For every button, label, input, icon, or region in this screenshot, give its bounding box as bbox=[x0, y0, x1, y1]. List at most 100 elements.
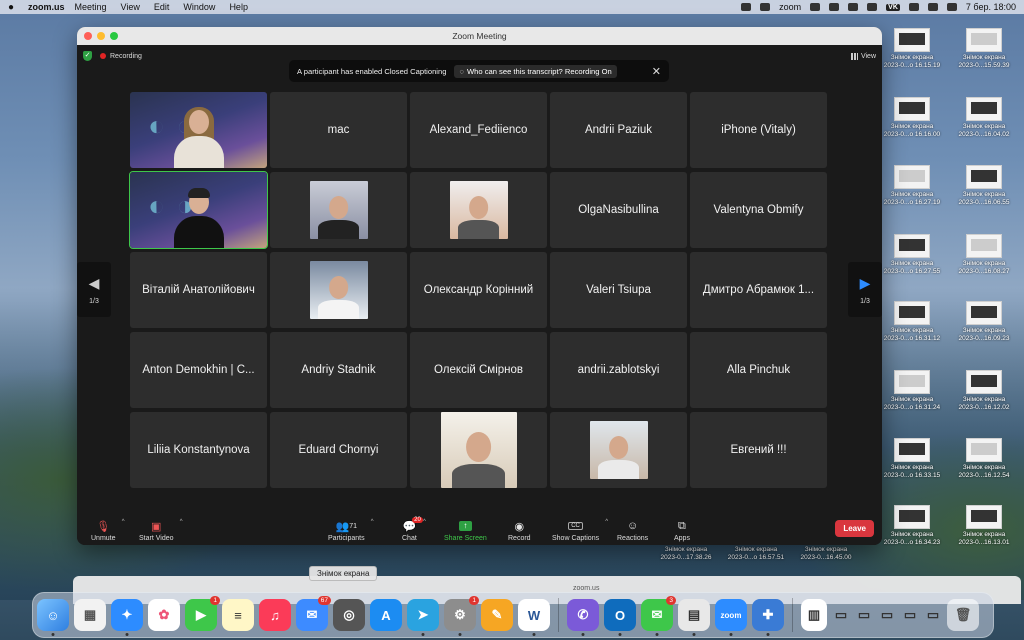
desktop-screenshot-file[interactable]: Знімок екрана 2023-0...o 16.34.23 bbox=[876, 505, 948, 546]
chevron-up-icon[interactable]: ^ bbox=[423, 519, 426, 525]
zoom-app-icon[interactable]: zoom bbox=[715, 599, 747, 636]
menu-app-name[interactable]: zoom.us bbox=[28, 2, 65, 12]
pages-icon[interactable]: ✎ bbox=[481, 599, 513, 631]
cloud-icon[interactable] bbox=[741, 3, 752, 11]
chevron-up-icon[interactable]: ^ bbox=[605, 519, 608, 525]
music-icon[interactable]: ♫ bbox=[259, 599, 291, 631]
menubar-clock[interactable]: 7 бер. 18:00 bbox=[966, 2, 1016, 12]
chevron-up-icon[interactable]: ^ bbox=[371, 519, 374, 525]
participant-tile[interactable]: Valentyna Obmify bbox=[690, 172, 827, 248]
desktop-screenshot-file[interactable]: Знімок екрана 2023-0...16.08.27 bbox=[948, 234, 1020, 275]
desktop-screenshot-file[interactable]: Знімок екрана 2023-0...o 16.31.12 bbox=[876, 301, 948, 342]
preview-icon[interactable]: ▤ bbox=[678, 599, 710, 636]
desktop-screenshot-file[interactable]: Знімок екрана 2023-0...o 16.27.55 bbox=[876, 234, 948, 275]
chat-button[interactable]: 💬 20 ^ Chat bbox=[402, 517, 426, 542]
participant-tile[interactable]: ◐ ◑ bbox=[129, 171, 268, 249]
participant-tile[interactable] bbox=[550, 412, 687, 488]
desktop-screenshot-file[interactable]: Знімок екрана 2023-0...16.12.54 bbox=[948, 438, 1020, 479]
launchpad-icon[interactable]: ▦ bbox=[74, 599, 106, 631]
document-icon[interactable]: ▥ bbox=[801, 599, 827, 631]
transcript-info-button[interactable]: ◌ Who can see this transcript? Recording… bbox=[454, 64, 617, 78]
participant-tile[interactable]: ◐ ◑ bbox=[130, 92, 267, 168]
menu-help[interactable]: Help bbox=[229, 2, 248, 12]
chevron-up-icon[interactable]: ^ bbox=[122, 519, 125, 525]
participant-tile[interactable]: Alexand_Fediienco bbox=[410, 92, 547, 168]
participant-tile[interactable]: andrii.zablotskyi bbox=[550, 332, 687, 408]
participant-tile[interactable]: Олексій Смірнов bbox=[410, 332, 547, 408]
participant-tile[interactable]: Valeri Tsiupa bbox=[550, 252, 687, 328]
prev-page-button[interactable]: ◀ 1/3 bbox=[77, 262, 111, 317]
participant-tile[interactable] bbox=[270, 172, 407, 248]
participant-tile[interactable]: Alla Pinchuk bbox=[690, 332, 827, 408]
minimized-window-icon[interactable]: ▭ bbox=[901, 599, 919, 631]
photos-icon[interactable]: ✿ bbox=[148, 599, 180, 631]
keyboard-icon[interactable] bbox=[867, 3, 878, 11]
mail-icon[interactable]: ✉ 67 bbox=[296, 596, 331, 631]
telegram-icon[interactable]: ➤ bbox=[407, 599, 439, 636]
unmute-button[interactable]: 🎙 ^ Unmute bbox=[91, 517, 125, 542]
minimized-window-icon[interactable]: ▭ bbox=[878, 599, 896, 631]
minimized-window-icon[interactable]: ▭ bbox=[832, 599, 850, 631]
menu-edit[interactable]: Edit bbox=[154, 2, 170, 12]
participant-tile[interactable]: Eduard Chornyi bbox=[270, 412, 407, 488]
desktop-screenshot-file[interactable]: Знімок екрана 2023-0...o 16.16.00 bbox=[876, 97, 948, 138]
desktop-screenshot-file[interactable]: Знімок екрана 2023-0...o 16.33.15 bbox=[876, 438, 948, 479]
trash-icon[interactable]: 🗑 bbox=[947, 599, 979, 631]
next-page-button[interactable]: ▶ 1/3 bbox=[848, 262, 882, 317]
app-store-icon[interactable]: A bbox=[370, 599, 402, 631]
participant-tile[interactable]: Andriy Stadnik bbox=[270, 332, 407, 408]
participant-tile[interactable]: Дмитро Абрамюк 1... bbox=[690, 252, 827, 328]
desktop-screenshot-file[interactable]: Знімок екрана 2023-0...16.09.23 bbox=[948, 301, 1020, 342]
clock-icon[interactable] bbox=[829, 3, 840, 11]
play-icon[interactable] bbox=[848, 3, 859, 11]
menu-meeting[interactable]: Meeting bbox=[75, 2, 107, 12]
control-center-icon[interactable] bbox=[946, 3, 957, 11]
apps-button[interactable]: ⧉ Apps bbox=[674, 517, 690, 543]
apple-menu-icon[interactable]: ● bbox=[8, 2, 22, 13]
participant-tile[interactable] bbox=[410, 412, 547, 488]
minimized-window-icon[interactable]: ▭ bbox=[924, 599, 942, 631]
recording-label[interactable]: Recording bbox=[110, 53, 142, 60]
view-button[interactable]: View bbox=[850, 52, 876, 60]
participant-tile[interactable]: Andrii Paziuk bbox=[550, 92, 687, 168]
minimized-window-icon[interactable]: ▭ bbox=[855, 599, 873, 631]
chevron-up-icon[interactable]: ^ bbox=[180, 519, 183, 525]
messages-icon[interactable]: ✉ 3 bbox=[641, 596, 676, 636]
start-video-button[interactable]: ▣ ^ Start Video bbox=[139, 517, 183, 542]
word-icon[interactable]: W bbox=[518, 599, 550, 636]
safari-icon[interactable]: ✦ bbox=[111, 599, 143, 636]
viber-icon[interactable]: ✆ bbox=[567, 599, 599, 636]
desktop-screenshot-file[interactable]: Знімок екрана 2023-0...16.04.02 bbox=[948, 97, 1020, 138]
participant-tile[interactable]: Anton Demokhin | C... bbox=[130, 332, 267, 408]
desktop-screenshot-file[interactable]: Знімок екрана 2023-0...o 16.31.24 bbox=[876, 370, 948, 411]
share-icon[interactable] bbox=[810, 3, 821, 11]
desktop-screenshot-file[interactable]: Знімок екрана 2023-0...o 16.27.19 bbox=[876, 165, 948, 206]
desktop-screenshot-file[interactable]: Знімок екрана 2023-0...16.06.55 bbox=[948, 165, 1020, 206]
record-button[interactable]: ◉ Record bbox=[508, 517, 531, 543]
desktop-screenshot-file[interactable]: Знімок екрана 2023-0...o 16.15.19 bbox=[876, 28, 948, 69]
notes-icon[interactable]: ≡ bbox=[222, 599, 254, 631]
safari-url[interactable]: zoom.us bbox=[573, 585, 599, 592]
desktop-screenshot-file[interactable]: Знімок екрана 2023-0...15.59.39 bbox=[948, 28, 1020, 69]
wifi-icon[interactable] bbox=[908, 3, 919, 11]
participant-tile[interactable] bbox=[410, 172, 547, 248]
participant-tile[interactable]: iPhone (Vitaly) bbox=[690, 92, 827, 168]
finder-icon[interactable]: ☺ bbox=[37, 599, 69, 636]
share-screen-button[interactable]: ↑ Share Screen bbox=[444, 517, 487, 542]
shield-icon[interactable]: ✓ bbox=[83, 51, 92, 61]
participant-tile[interactable]: Евгений !!! bbox=[690, 412, 827, 488]
desktop-screenshot-file[interactable]: Знімок екрана 2023-0...16.13.01 bbox=[948, 505, 1020, 546]
menu-view[interactable]: View bbox=[121, 2, 140, 12]
facetime-icon[interactable]: ▶ 1 bbox=[185, 596, 220, 631]
participant-tile[interactable]: Олександр Корінний bbox=[410, 252, 547, 328]
menu-window[interactable]: Window bbox=[183, 2, 215, 12]
utility-icon[interactable]: ✚ bbox=[752, 599, 784, 636]
reactions-button[interactable]: ☺ Reactions bbox=[617, 517, 648, 542]
close-icon[interactable]: ✕ bbox=[652, 65, 661, 78]
participant-tile[interactable]: Віталій Анатолійович bbox=[130, 252, 267, 328]
system-settings-icon[interactable]: ⚙ 1 bbox=[444, 596, 479, 636]
leave-button[interactable]: Leave bbox=[835, 520, 874, 537]
desktop-screenshot-file[interactable]: Знімок екрана 2023-0...16.12.02 bbox=[948, 370, 1020, 411]
participant-tile[interactable]: Liliia Konstantynova bbox=[130, 412, 267, 488]
show-captions-button[interactable]: CC ^ Show Captions bbox=[552, 517, 608, 542]
